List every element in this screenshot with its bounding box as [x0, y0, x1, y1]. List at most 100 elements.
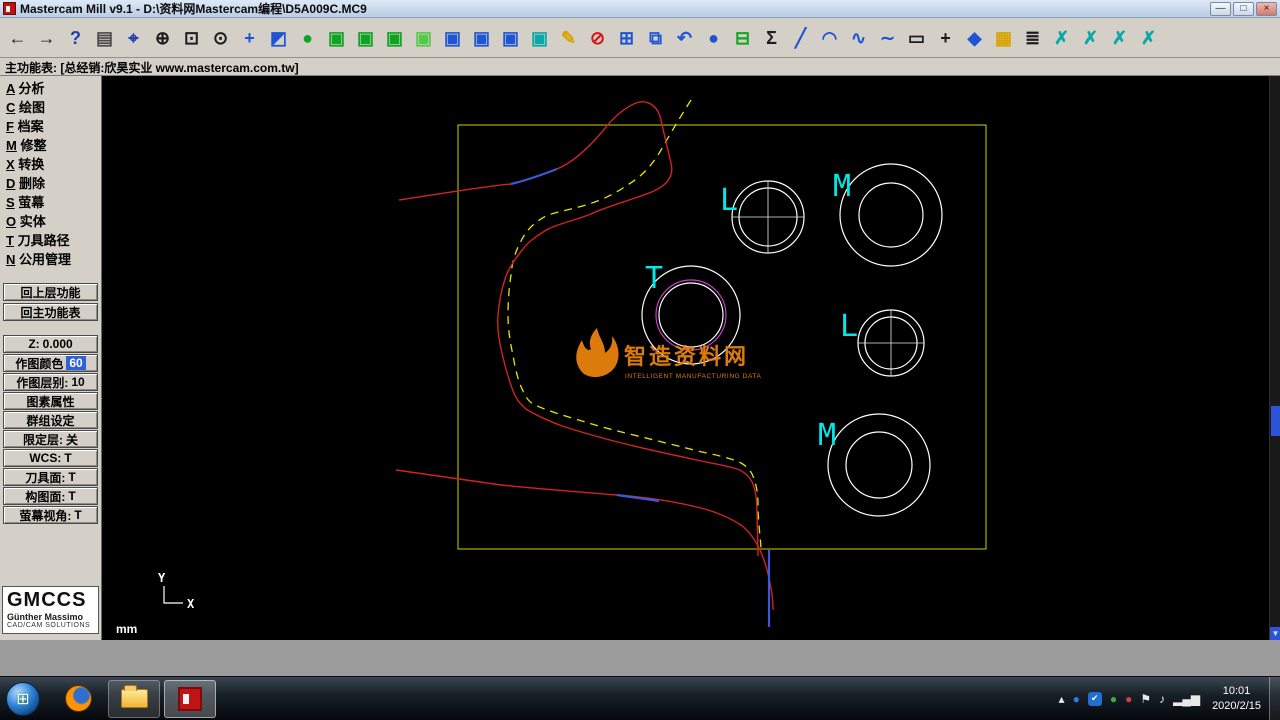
xform-rotate-button[interactable]: ✗	[1076, 22, 1105, 54]
menu-item-toolpaths[interactable]: T 刀具路径	[2, 232, 99, 251]
draw-color-button[interactable]: 作图颜色 60	[3, 354, 98, 372]
curve-button[interactable]: ∿	[844, 22, 873, 54]
cplane-top-button[interactable]: ▣	[438, 22, 467, 54]
zoom-window-button[interactable]: ⊡	[177, 22, 206, 54]
taskbar-explorer-button[interactable]	[108, 679, 160, 718]
prompt-bar: 主功能表: [总经销:欣昊实业 www.mastercam.com.tw]	[0, 58, 1280, 76]
back-button[interactable]: ←	[3, 22, 32, 54]
menu-item-delete[interactable]: D 删除	[2, 175, 99, 194]
watermark-subtitle: INTELLIGENT MANUFACTURING DATA	[625, 373, 762, 380]
view-front-button[interactable]: ▣	[380, 22, 409, 54]
zoom-in-button[interactable]: ⊕	[148, 22, 177, 54]
taskbar-browser-button[interactable]	[52, 680, 104, 718]
point-button[interactable]: +	[931, 22, 960, 54]
zoom-fit-button[interactable]: ◩	[264, 22, 293, 54]
scrollbar-down-arrow[interactable]: ▼	[1270, 627, 1280, 640]
file-open-button[interactable]: ▦	[989, 22, 1018, 54]
help-button[interactable]: ?	[61, 22, 90, 54]
wcs-button[interactable]: WCS: T	[3, 449, 98, 467]
xform-mirror-button[interactable]: ✗	[1047, 22, 1076, 54]
notepad-button[interactable]: ▤	[90, 22, 119, 54]
cplane-iso-button[interactable]: ▣	[525, 22, 554, 54]
xform-offset-button[interactable]: ✗	[1134, 22, 1163, 54]
close-button[interactable]: ×	[1256, 1, 1277, 16]
view-top-button[interactable]: ▣	[351, 22, 380, 54]
rectangle-button[interactable]: ▭	[902, 22, 931, 54]
scrollbar-thumb[interactable]	[1271, 406, 1280, 436]
solids-icon: ◆	[967, 27, 982, 48]
status-blue-icon[interactable]: ●	[1073, 693, 1080, 705]
mastercam-app-icon[interactable]	[3, 2, 16, 15]
attributes-button[interactable]: 图素属性	[3, 392, 98, 410]
network-signal-icon[interactable]: ▂▄▆	[1173, 693, 1200, 705]
main-menu-button[interactable]: 回主功能表	[3, 303, 98, 321]
window-tile-button[interactable]: ⧉	[641, 22, 670, 54]
help-icon: ?	[70, 27, 81, 48]
volume-icon[interactable]: ♪	[1159, 693, 1165, 705]
menu-item-create[interactable]: C 绘图	[2, 99, 99, 118]
taskbar-clock[interactable]: 10:01 2020/2/15	[1204, 684, 1269, 714]
tool-plane-value: T	[68, 470, 76, 484]
vertical-scrollbar[interactable]: ▼	[1269, 76, 1280, 640]
window-shift-icon: ⊞	[618, 27, 635, 48]
construction-plane-button[interactable]: 构图面: T	[3, 487, 98, 505]
hidden-icons-chevron-icon[interactable]: ▴	[1059, 693, 1065, 705]
graphics-view-button[interactable]: 萤幕视角: T	[3, 506, 98, 524]
draw-level-button[interactable]: 作图层别: 10	[3, 373, 98, 391]
spline-button[interactable]: ∼	[873, 22, 902, 54]
menu-item-screen[interactable]: S 萤幕	[2, 194, 99, 213]
zoom-target-button[interactable]: ⊙	[206, 22, 235, 54]
xform-scale-button[interactable]: ✗	[1105, 22, 1134, 54]
z-depth-button[interactable]: Z: 0.000	[3, 335, 98, 353]
hole-counterbore-2	[827, 413, 931, 517]
status-red-icon[interactable]: ●	[1125, 693, 1132, 705]
start-button[interactable]: ⊞	[6, 681, 40, 716]
solids-button[interactable]: ◆	[960, 22, 989, 54]
cad-drawing[interactable]: 智造资料网 INTELLIGENT MANUFACTURING DATA Y X…	[102, 76, 1280, 640]
repaint-button[interactable]: ●	[293, 22, 322, 54]
menu-item-modify[interactable]: M 修整	[2, 137, 99, 156]
arc-button[interactable]: ◠	[815, 22, 844, 54]
groups-button[interactable]: 群组设定	[3, 411, 98, 429]
action-center-flag-icon[interactable]: ⚑	[1140, 693, 1151, 705]
xform-scale-icon: ✗	[1111, 27, 1128, 48]
taskbar-mastercam-button[interactable]	[164, 679, 216, 718]
spline-icon: ∼	[879, 27, 896, 48]
delete-button[interactable]: ✎	[554, 22, 583, 54]
pan-button[interactable]: +	[235, 22, 264, 54]
window-shift-button[interactable]: ⊞	[612, 22, 641, 54]
menu-item-xform[interactable]: X 转换	[2, 156, 99, 175]
pan-icon: +	[244, 27, 255, 48]
maximize-button[interactable]: □	[1233, 1, 1254, 16]
limit-level-button[interactable]: 限定层: 关	[3, 430, 98, 448]
capture-button[interactable]: ⊟	[728, 22, 757, 54]
show-desktop-button[interactable]	[1269, 676, 1280, 720]
security-shield-icon[interactable]: ✔	[1087, 691, 1102, 706]
undo-button[interactable]: ↶	[670, 22, 699, 54]
minimize-button[interactable]: —	[1210, 1, 1231, 16]
menu-item-solids[interactable]: O 实体	[2, 213, 99, 232]
status-green-icon[interactable]: ●	[1110, 693, 1117, 705]
view-top-icon: ▣	[356, 27, 374, 48]
z-depth-label: Z:	[28, 337, 40, 351]
graphics-canvas[interactable]: 智造资料网 INTELLIGENT MANUFACTURING DATA Y X…	[102, 76, 1280, 640]
forward-button[interactable]: →	[32, 22, 61, 54]
axis-y-label: Y	[158, 571, 166, 585]
cplane-side-button[interactable]: ▣	[496, 22, 525, 54]
sum-button[interactable]: Σ	[757, 22, 786, 54]
undelete-button[interactable]: ⊘	[583, 22, 612, 54]
web-button[interactable]: ●	[699, 22, 728, 54]
levels-button[interactable]: ≣	[1018, 22, 1047, 54]
cplane-front-button[interactable]: ▣	[467, 22, 496, 54]
line-button[interactable]: ╱	[786, 22, 815, 54]
view-side-button[interactable]: ▣	[409, 22, 438, 54]
tool-plane-button[interactable]: 刀具面: T	[3, 468, 98, 486]
menu-item-file[interactable]: F 档案	[2, 118, 99, 137]
cursor-query-button[interactable]: ⌖	[119, 22, 148, 54]
menu-item-nc-utils[interactable]: N 公用管理	[2, 251, 99, 270]
selected-segment-upper	[510, 167, 558, 186]
forward-icon: →	[37, 27, 56, 48]
backup-menu-button[interactable]: 回上层功能	[3, 283, 98, 301]
view-isometric-button[interactable]: ▣	[322, 22, 351, 54]
menu-item-analyze[interactable]: A 分析	[2, 80, 99, 99]
